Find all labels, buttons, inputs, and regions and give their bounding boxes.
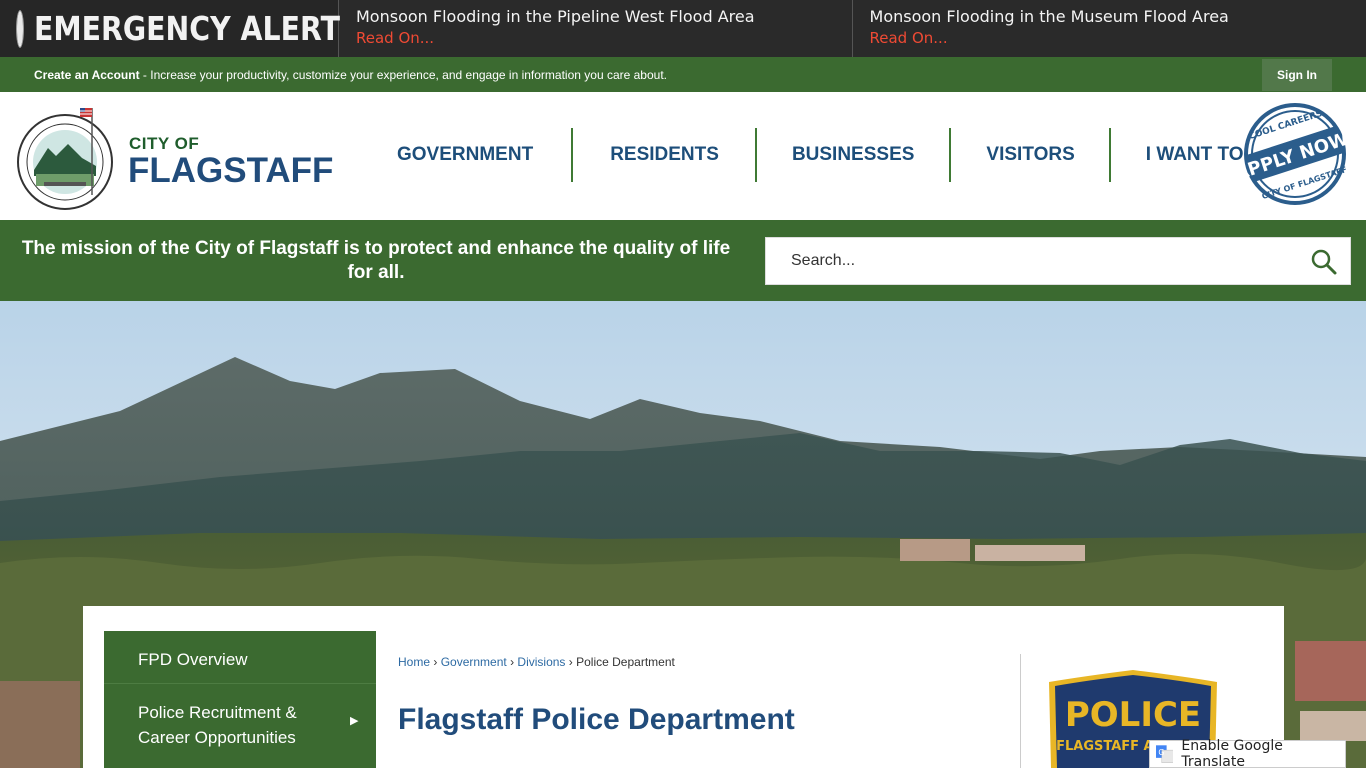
google-translate-icon: G (1156, 745, 1174, 763)
side-navigation: FPD Overview Police Recruitment & Career… (104, 631, 376, 768)
emergency-alert-bar: EMERGENCY ALERT Monsoon Flooding in the … (0, 0, 1366, 57)
create-account-link[interactable]: Create an Account (34, 68, 140, 82)
mission-bar: The mission of the City of Flagstaff is … (0, 220, 1366, 301)
sidenav-item-recruitment[interactable]: Police Recruitment & (138, 700, 297, 725)
breadcrumb-separator: › (433, 655, 438, 669)
account-bar: Create an Account - Increase your produc… (0, 57, 1366, 92)
alert-item[interactable]: Monsoon Flooding in the Museum Flood Are… (853, 0, 1366, 57)
search-input[interactable] (766, 238, 1306, 284)
alert-read-on-link[interactable]: Read On... (356, 27, 852, 49)
sign-in-button[interactable]: Sign In (1262, 59, 1332, 91)
alert-item[interactable]: Monsoon Flooding in the Pipeline West Fl… (339, 0, 853, 57)
breadcrumb-current: Police Department (576, 655, 675, 669)
site-header: CITY OF FLAGSTAFF GOVERNMENT RESIDENTS B… (0, 92, 1366, 220)
breadcrumb-separator: › (568, 655, 573, 669)
nav-government[interactable]: GOVERNMENT (361, 128, 571, 182)
page-title: Flagstaff Police Department (398, 703, 795, 736)
alert-light-icon (17, 10, 23, 47)
account-description: - Increase your productivity, customize … (139, 68, 667, 82)
breadcrumb-divisions[interactable]: Divisions (517, 655, 565, 669)
main-nav: GOVERNMENT RESIDENTS BUSINESSES VISITORS… (361, 128, 1244, 182)
alert-item-title[interactable]: Monsoon Flooding in the Pipeline West Fl… (356, 7, 852, 27)
city-seal-icon[interactable] (16, 100, 116, 212)
logo-flagstaff[interactable]: FLAGSTAFF (128, 151, 333, 191)
mission-statement: The mission of the City of Flagstaff is … (21, 238, 731, 283)
emergency-alert-title: EMERGENCY ALERT (34, 9, 340, 48)
translate-label[interactable]: Enable Google Translate (1181, 738, 1345, 770)
sidenav-item-fpd-overview[interactable]: FPD Overview (138, 647, 248, 672)
nav-businesses[interactable]: BUSINESSES (757, 128, 949, 182)
nav-i-want-to[interactable]: I WANT TO (1111, 128, 1244, 182)
breadcrumb-separator: › (510, 655, 515, 669)
search-box (765, 237, 1351, 285)
breadcrumb-government[interactable]: Government (441, 655, 507, 669)
breadcrumb-home[interactable]: Home (398, 655, 430, 669)
nav-visitors[interactable]: VISITORS (951, 128, 1108, 182)
nav-residents[interactable]: RESIDENTS (573, 128, 755, 182)
badge-police-text: POLICE (1065, 695, 1201, 735)
alert-item-title[interactable]: Monsoon Flooding in the Museum Flood Are… (870, 7, 1366, 27)
alert-read-on-link[interactable]: Read On... (870, 27, 1366, 49)
expand-arrow-icon[interactable]: ▶ (350, 714, 358, 727)
card-top-strip (83, 606, 1284, 631)
search-icon[interactable] (1310, 248, 1338, 276)
account-message: Create an Account - Increase your produc… (34, 68, 667, 82)
column-divider (1020, 654, 1021, 768)
svg-text:G: G (1158, 748, 1164, 757)
google-translate-button[interactable]: G Enable Google Translate (1149, 738, 1346, 770)
apply-now-badge[interactable]: COOL CAREERS APPLY NOW! CITY OF FLAGSTAF… (1240, 102, 1350, 206)
sidenav-item-careers[interactable]: Career Opportunities (138, 725, 296, 750)
emergency-alert-heading: EMERGENCY ALERT (0, 0, 340, 57)
breadcrumb: Home › Government › Divisions › Police D… (398, 655, 675, 669)
sidenav-divider (104, 683, 376, 684)
